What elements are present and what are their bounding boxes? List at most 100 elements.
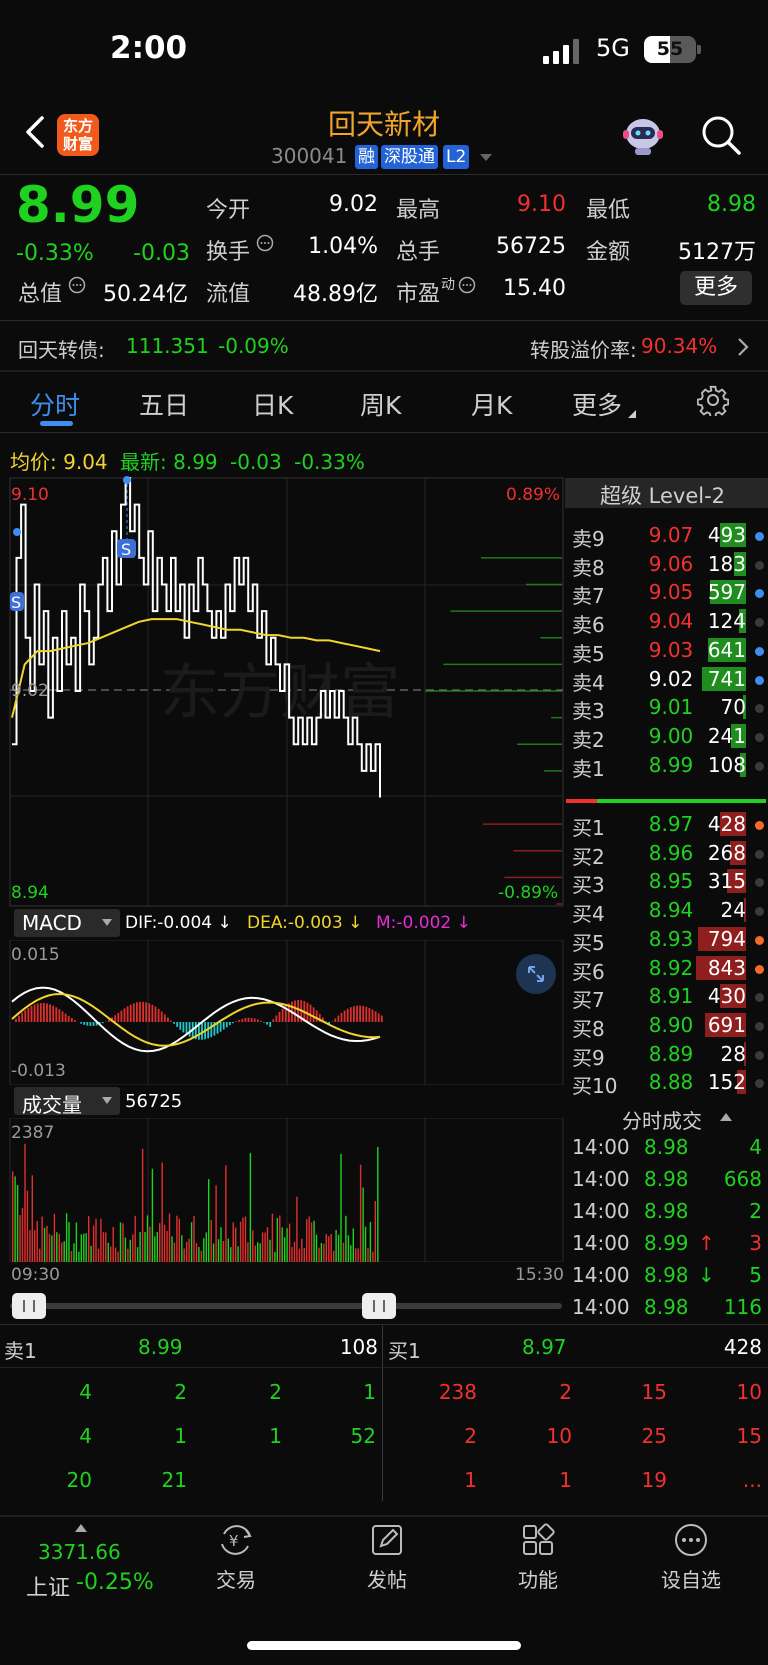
- tab-active-indicator: [40, 421, 73, 426]
- ask-price: 9.00: [648, 723, 694, 748]
- search-icon[interactable]: [700, 114, 742, 156]
- tab-daily-k[interactable]: 日K: [252, 386, 293, 422]
- ask-dot-icon: [755, 532, 764, 541]
- ask-row[interactable]: 卖3 9.01 70: [570, 693, 768, 723]
- info-icon[interactable]: [256, 234, 274, 252]
- info-icon[interactable]: [458, 276, 476, 294]
- label-amount: 金额: [586, 240, 631, 265]
- bid-row[interactable]: 买1 8.97 428: [570, 810, 768, 840]
- ask-row[interactable]: 卖2 9.00 241: [570, 722, 768, 752]
- ask-row[interactable]: 卖9 9.07 493: [570, 521, 768, 551]
- bid-row[interactable]: 买10 8.88 152: [570, 1068, 768, 1098]
- macd-chart[interactable]: 0.015 -0.013: [0, 940, 565, 1085]
- queue-ask-price: 8.99: [138, 1335, 183, 1359]
- value-pe: 15.40: [503, 276, 566, 301]
- time-axis-end: 15:30: [515, 1265, 564, 1285]
- tick-volume: 668: [723, 1167, 762, 1191]
- nav-add-watchlist[interactable]: 设自选: [631, 1520, 751, 1593]
- ask-level-label: 卖4: [572, 670, 605, 695]
- ask-row[interactable]: 卖4 9.02 741: [570, 665, 768, 695]
- bid-dot-icon: [755, 849, 764, 859]
- ask-volume: 741: [707, 666, 746, 691]
- bond-label[interactable]: 回天转债:: [18, 334, 105, 363]
- bid-level-label: 买5: [572, 930, 605, 955]
- ticks-header[interactable]: 分时成交: [565, 1101, 768, 1137]
- range-handle-right[interactable]: [362, 1293, 396, 1319]
- battery-level: 55: [656, 38, 684, 60]
- intraday-chart[interactable]: 东方财富 S S 9.10 9.02 8.94 0.89% -0.89%: [0, 470, 565, 910]
- ask-row[interactable]: 卖6 9.04 124: [570, 607, 768, 637]
- ask-level-label: 卖1: [572, 756, 605, 781]
- tag-margin: 融: [355, 145, 378, 169]
- caret-up-icon: [75, 1524, 87, 1532]
- tab-weekly-k[interactable]: 周K: [360, 386, 401, 422]
- index-name[interactable]: 上证: [26, 1570, 70, 1602]
- bid-dot-icon: [755, 964, 764, 974]
- tab-five-day[interactable]: 五日: [139, 386, 189, 422]
- bid-level-label: 买9: [572, 1045, 605, 1070]
- expand-icon[interactable]: [516, 954, 556, 994]
- time-axis-start: 09:30: [11, 1265, 60, 1285]
- bid-level-label: 买8: [572, 1016, 605, 1041]
- bid-queue-order: 1: [464, 1468, 477, 1492]
- trade-icon: ¥: [221, 1525, 252, 1555]
- label-float-value: 流值: [206, 282, 251, 307]
- volume-value: 56725: [125, 1091, 183, 1112]
- volume-chart[interactable]: 2387: [0, 1118, 565, 1262]
- ask-queue-order: 1: [363, 1380, 376, 1404]
- tab-intraday[interactable]: 分时: [30, 386, 80, 422]
- bid-queue-order: 19: [641, 1468, 667, 1492]
- ask-row[interactable]: 卖5 9.03 641: [570, 636, 768, 666]
- volume-selector[interactable]: 成交量: [14, 1087, 120, 1117]
- bid-row[interactable]: 买7 8.91 430: [570, 982, 768, 1012]
- bid-row[interactable]: 买2 8.96 268: [570, 839, 768, 869]
- stock-code: 300041: [271, 144, 348, 168]
- label-low: 最低: [586, 198, 631, 223]
- chevron-up-icon: [720, 1113, 732, 1121]
- info-icon[interactable]: [68, 276, 86, 294]
- bid-row[interactable]: 买4 8.94 24: [570, 896, 768, 926]
- edit-icon: [372, 1525, 402, 1555]
- macd-selector[interactable]: MACD: [14, 909, 120, 937]
- tick-time: 14:00: [572, 1295, 630, 1319]
- nav-post[interactable]: 发帖: [327, 1520, 447, 1593]
- time-range-track[interactable]: [10, 1303, 562, 1309]
- range-handle-left[interactable]: [12, 1293, 46, 1319]
- ask-row[interactable]: 卖7 9.05 597: [570, 578, 768, 608]
- more-button[interactable]: 更多: [680, 271, 752, 305]
- ask-level-label: 卖6: [572, 613, 605, 638]
- ask-price: 9.02: [648, 666, 694, 691]
- bid-row[interactable]: 买5 8.93 794: [570, 925, 768, 955]
- index-value[interactable]: 3371.66: [38, 1540, 121, 1564]
- robot-assistant-icon[interactable]: [618, 112, 668, 158]
- bid-row[interactable]: 买9 8.89 28: [570, 1040, 768, 1070]
- value-amount: 5127万: [678, 240, 756, 265]
- tab-monthly-k[interactable]: 月K: [471, 386, 512, 422]
- bid-row[interactable]: 买8 8.90 691: [570, 1011, 768, 1041]
- bid-level-label: 买3: [572, 873, 605, 898]
- level2-header[interactable]: 超级 Level-2: [565, 478, 768, 508]
- nav-functions[interactable]: 功能: [478, 1520, 598, 1593]
- bond-price: 111.351: [126, 334, 209, 358]
- ask-row[interactable]: 卖1 8.99 108: [570, 751, 768, 781]
- bid-row[interactable]: 买3 8.95 315: [570, 867, 768, 897]
- chevron-down-icon[interactable]: [480, 154, 492, 161]
- bid-price: 8.90: [648, 1012, 694, 1037]
- bid-price: 8.94: [648, 898, 694, 923]
- index-change[interactable]: -0.25%: [76, 1570, 154, 1595]
- home-indicator[interactable]: [247, 1641, 521, 1650]
- bid-volume: 268: [707, 840, 746, 865]
- ask-level-label: 卖2: [572, 727, 605, 752]
- tab-more[interactable]: 更多: [572, 386, 622, 422]
- bid-level-label: 买1: [572, 816, 605, 840]
- gear-icon[interactable]: [697, 384, 729, 416]
- nav-trade[interactable]: ¥ 交易: [176, 1520, 296, 1593]
- tick-price: 8.98: [644, 1295, 689, 1319]
- chevron-right-icon[interactable]: [736, 337, 750, 357]
- ask-dot-icon: [755, 732, 764, 742]
- dropdown-icon: [102, 919, 112, 926]
- bid-row[interactable]: 买6 8.92 843: [570, 954, 768, 984]
- ask-row[interactable]: 卖8 9.06 183: [570, 550, 768, 580]
- tick-row: 14:00 8.98 2: [570, 1197, 766, 1227]
- tick-price: 8.98: [644, 1135, 689, 1159]
